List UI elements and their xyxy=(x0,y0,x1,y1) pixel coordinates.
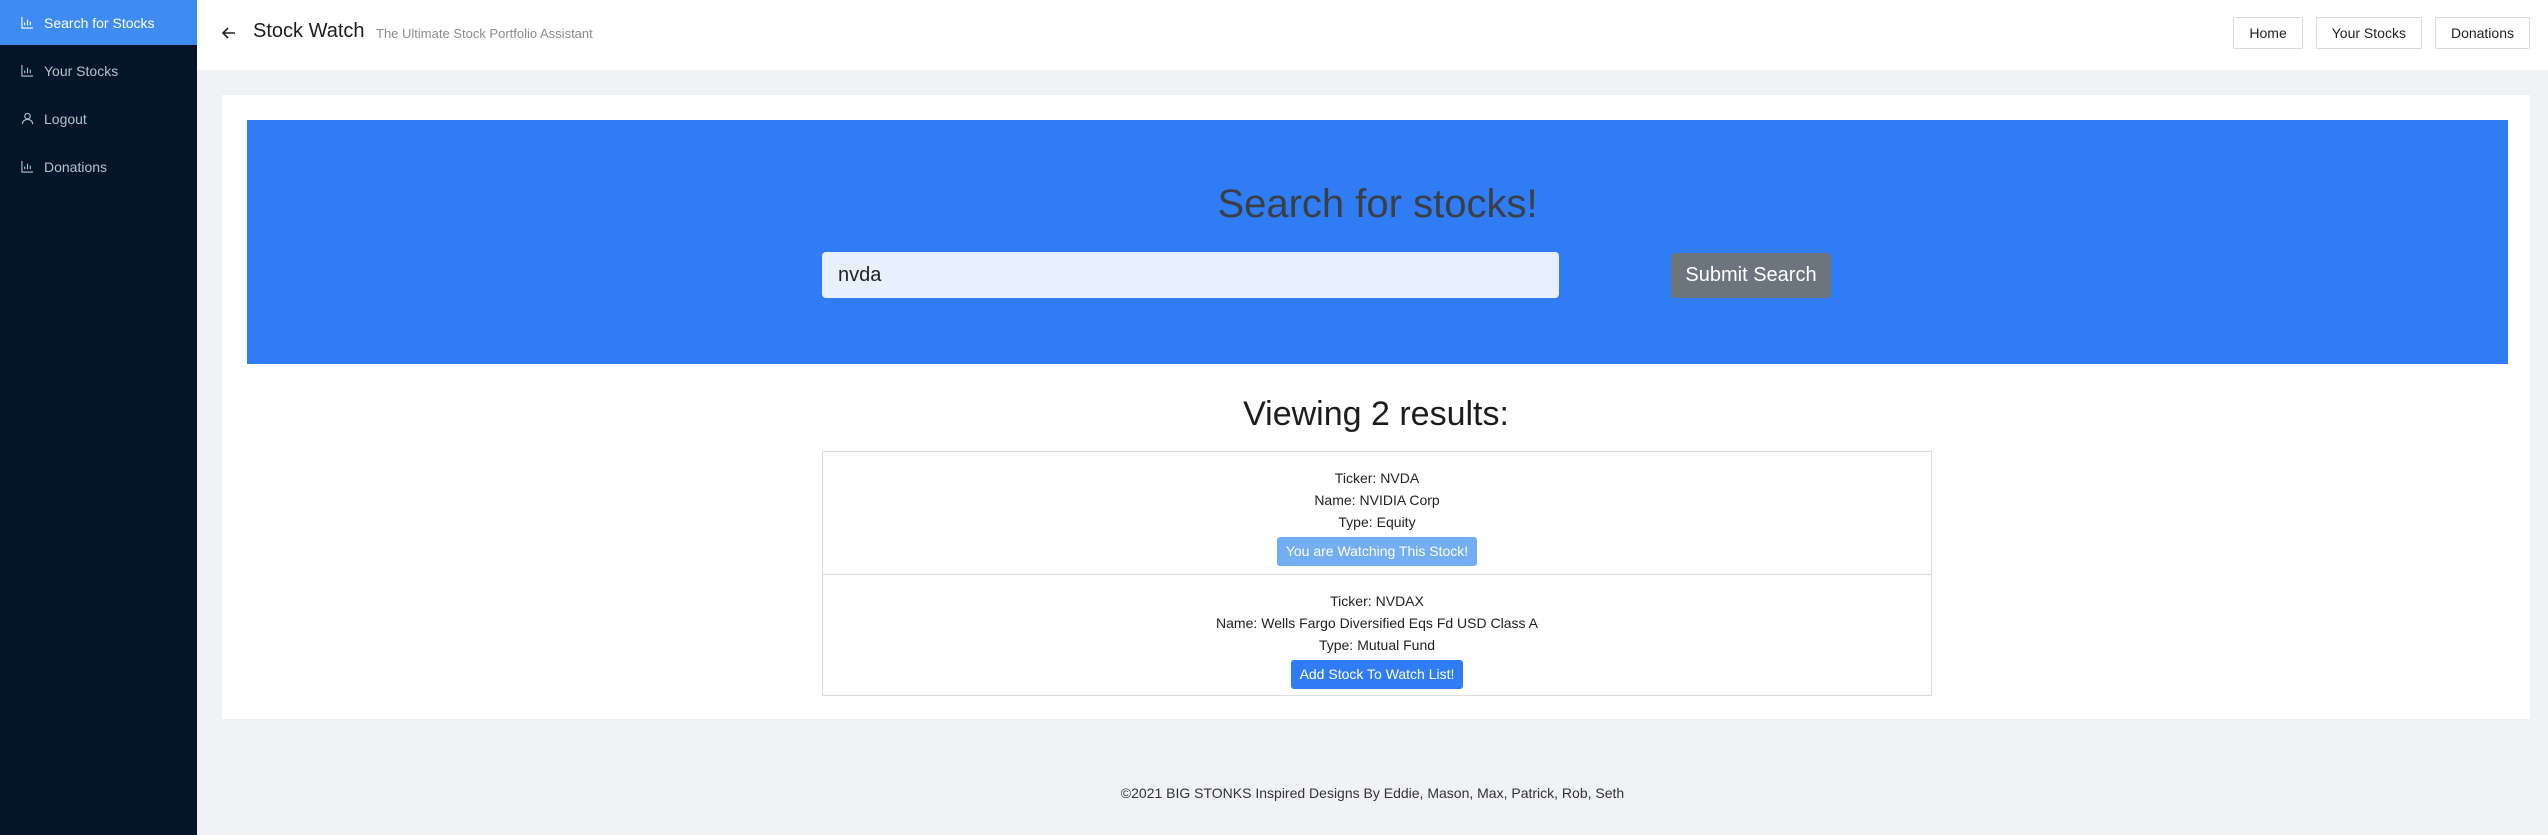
app-title: Stock Watch xyxy=(253,20,365,42)
watching-stock-button[interactable]: You are Watching This Stock! xyxy=(1276,537,1478,566)
name-label: Name: xyxy=(1216,615,1258,631)
list-item: Ticker: NVDA Name: NVIDIA Corp Type: Equity… xyxy=(823,452,1931,574)
type-line: Type: Mutual Fund xyxy=(823,634,1931,656)
name-line: Name: NVIDIA Corp xyxy=(823,489,1931,511)
results-list: Ticker: NVDA Name: NVIDIA Corp Type: Equity… xyxy=(822,451,1932,696)
bar-chart-icon xyxy=(21,16,34,29)
sidebar-item-donations[interactable]: Donations xyxy=(0,144,197,189)
sidebar-item-label: Search for Stocks xyxy=(44,14,155,31)
footer-text: ©2021 BIG STONKS Inspired Designs By Edd… xyxy=(1120,785,1625,801)
search-hero: Search for stocks! Submit Search xyxy=(247,120,2508,364)
ticker-label: Ticker: xyxy=(1334,470,1377,486)
name-value: NVIDIA Corp xyxy=(1359,492,1440,508)
name-line: Name: Wells Fargo Diversified Eqs Fd USD … xyxy=(823,612,1931,634)
results-heading: Viewing 2 results: xyxy=(1243,395,1509,433)
search-input[interactable] xyxy=(822,252,1559,298)
type-label: Type: xyxy=(1338,514,1373,530)
name-label: Name: xyxy=(1314,492,1356,508)
type-value: Equity xyxy=(1376,514,1416,530)
donations-button[interactable]: Donations xyxy=(2434,17,2530,49)
bar-chart-icon xyxy=(21,160,34,173)
sidebar-item-label: Logout xyxy=(44,110,87,127)
search-title: Search for stocks! xyxy=(1217,182,1538,226)
bar-chart-icon xyxy=(21,64,34,77)
sidebar: Search for Stocks Your Stocks Logout Don… xyxy=(0,0,197,835)
sidebar-item-label: Your Stocks xyxy=(44,62,119,79)
type-value: Mutual Fund xyxy=(1357,637,1436,653)
add-to-watchlist-button[interactable]: Add Stock To Watch List! xyxy=(1290,660,1464,689)
top-nav: Home Your Stocks Donations xyxy=(2233,17,2530,49)
ticker-line: Ticker: NVDAX xyxy=(823,590,1931,612)
page-header: Stock Watch The Ultimate Stock Portfolio… xyxy=(197,0,2548,70)
submit-search-button[interactable]: Submit Search xyxy=(1671,253,1831,298)
sidebar-item-label: Donations xyxy=(44,158,108,175)
ticker-value: NVDAX xyxy=(1375,593,1424,609)
ticker-line: Ticker: NVDA xyxy=(823,467,1931,489)
sidebar-item-your-stocks[interactable]: Your Stocks xyxy=(0,48,197,93)
home-button[interactable]: Home xyxy=(2233,17,2303,49)
back-arrow-icon[interactable] xyxy=(220,24,238,42)
your-stocks-button[interactable]: Your Stocks xyxy=(2315,17,2422,49)
main-content: Search for stocks! Submit Search Viewing… xyxy=(222,95,2530,719)
sidebar-item-search-stocks[interactable]: Search for Stocks xyxy=(0,0,197,45)
list-item: Ticker: NVDAX Name: Wells Fargo Diversifie… xyxy=(823,574,1931,696)
name-value: Wells Fargo Diversified Eqs Fd USD Class… xyxy=(1261,615,1538,631)
user-icon xyxy=(21,112,34,125)
ticker-value: NVDA xyxy=(1380,470,1420,486)
ticker-label: Ticker: xyxy=(1330,593,1372,609)
app-subtitle: The Ultimate Stock Portfolio Assistant xyxy=(376,26,593,41)
type-label: Type: xyxy=(1318,637,1354,653)
type-line: Type: Equity xyxy=(823,511,1931,533)
sidebar-item-logout[interactable]: Logout xyxy=(0,96,197,141)
